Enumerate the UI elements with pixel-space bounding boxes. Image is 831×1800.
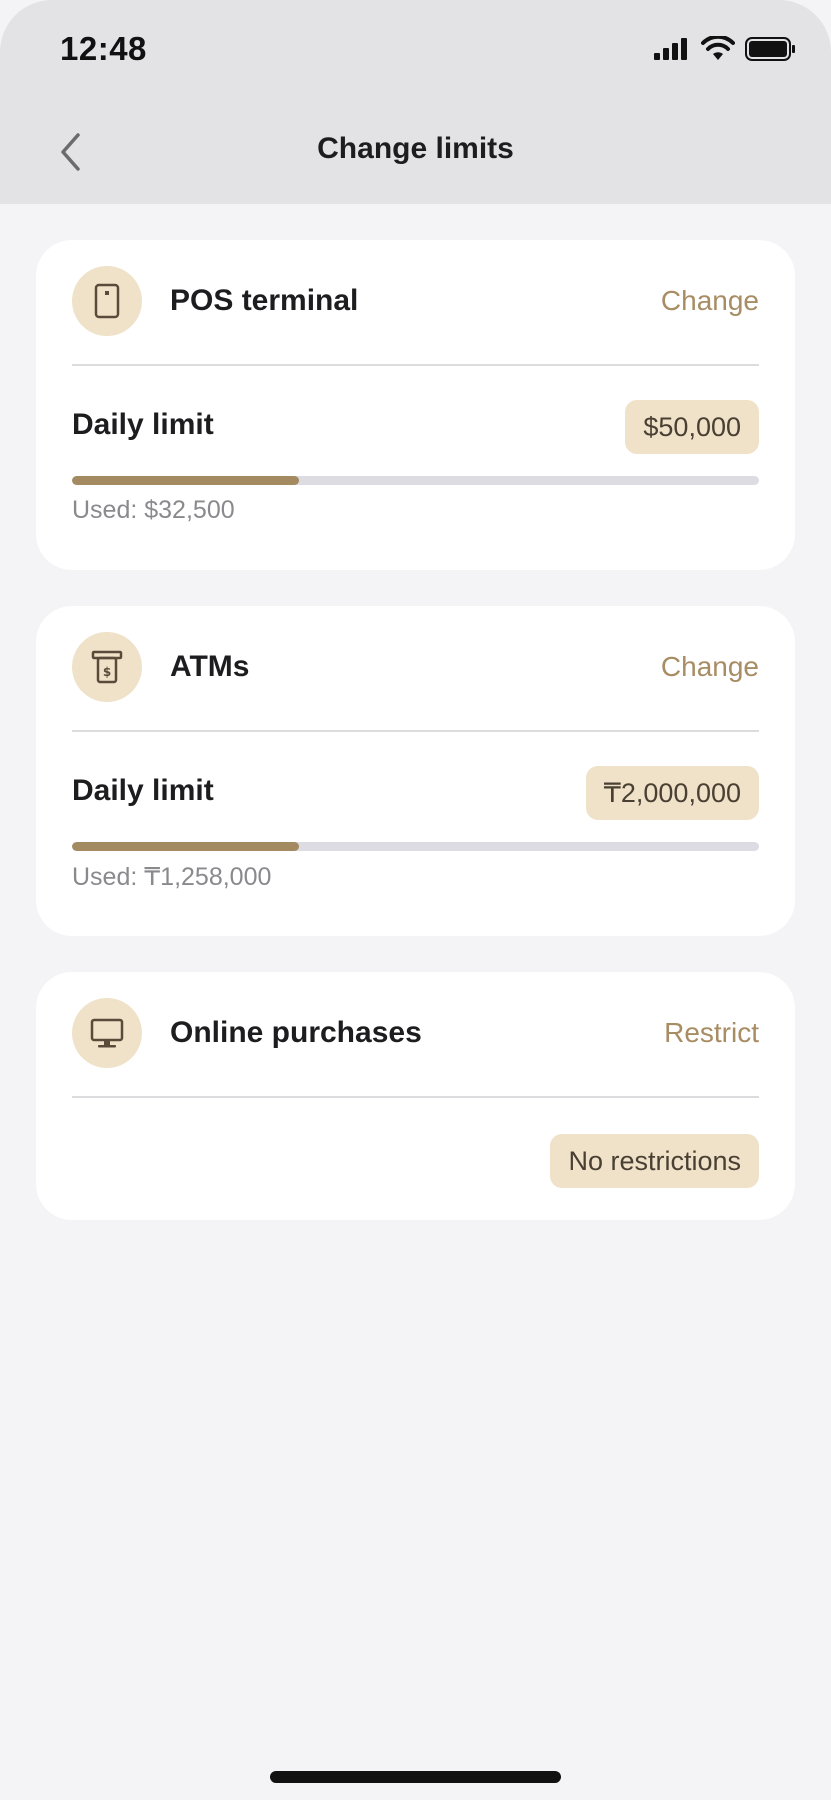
card-header: POS terminal Change xyxy=(72,266,759,336)
card-title: POS terminal xyxy=(170,284,359,317)
divider xyxy=(72,364,759,366)
monitor-icon xyxy=(72,998,142,1068)
usage-progress-fill xyxy=(72,476,299,485)
pos-terminal-icon xyxy=(72,266,142,336)
change-button[interactable]: Change xyxy=(661,285,759,317)
card-header: Online purchases Restrict xyxy=(72,998,759,1068)
usage-progress-bar xyxy=(72,476,759,485)
header: 12:48 Change limits xyxy=(0,0,831,204)
wifi-icon xyxy=(701,36,735,60)
card-header: $ ATMs Change xyxy=(72,632,759,702)
divider xyxy=(72,1096,759,1098)
restrict-button[interactable]: Restrict xyxy=(664,1017,759,1049)
svg-text:$: $ xyxy=(103,665,111,679)
limit-value-badge: ₸2,000,000 xyxy=(585,766,759,820)
online-purchases-card: Online purchases Restrict No restriction… xyxy=(36,972,795,1220)
atms-card: $ ATMs Change Daily limit ₸2,000,000 Use… xyxy=(36,606,795,936)
limit-label: Daily limit xyxy=(72,408,214,441)
status-icons xyxy=(653,36,797,62)
atm-icon: $ xyxy=(72,632,142,702)
used-amount: Used: ₸1,258,000 xyxy=(72,863,272,891)
pos-terminal-card: POS terminal Change Daily limit $50,000 … xyxy=(36,240,795,570)
status-time: 12:48 xyxy=(60,30,147,67)
card-title: ATMs xyxy=(170,650,250,683)
signal-icon xyxy=(654,38,687,60)
limit-label: Daily limit xyxy=(72,774,214,807)
change-button[interactable]: Change xyxy=(661,651,759,683)
restriction-status-badge: No restrictions xyxy=(550,1134,759,1188)
battery-icon xyxy=(745,37,795,61)
limit-value-badge: $50,000 xyxy=(625,400,759,454)
phone-screen: 12:48 Change limits POS terminal Change … xyxy=(0,0,831,1800)
home-indicator xyxy=(270,1771,561,1783)
used-amount: Used: $32,500 xyxy=(72,496,235,524)
page-title: Change limits xyxy=(317,132,514,165)
usage-progress-bar xyxy=(72,842,759,851)
divider xyxy=(72,730,759,732)
usage-progress-fill xyxy=(72,842,299,851)
card-title: Online purchases xyxy=(170,1016,422,1049)
